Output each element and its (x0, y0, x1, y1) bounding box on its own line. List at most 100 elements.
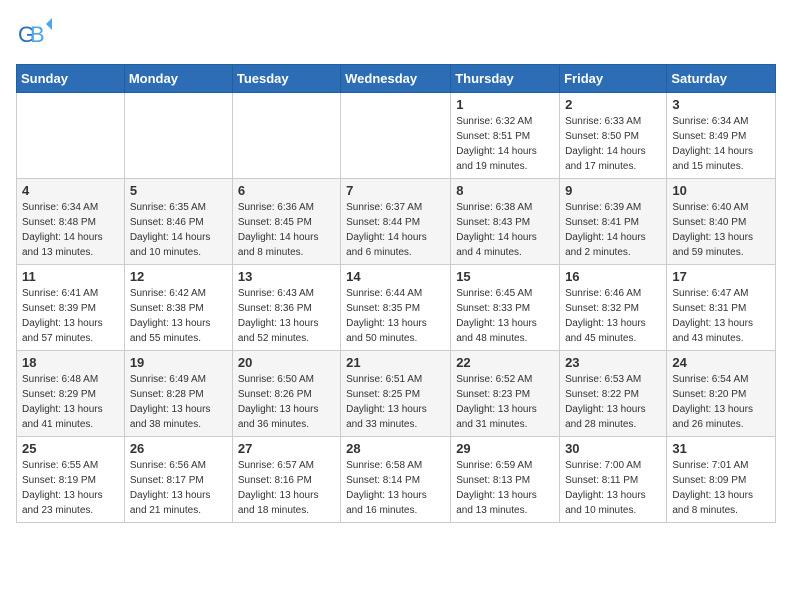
day-info: Sunrise: 6:34 AM Sunset: 8:48 PM Dayligh… (22, 200, 119, 260)
day-number: 26 (130, 441, 227, 456)
weekday-header-thursday: Thursday (451, 65, 560, 93)
calendar-week-row: 18Sunrise: 6:48 AM Sunset: 8:29 PM Dayli… (17, 351, 776, 437)
calendar-cell: 17 Sunrise: 6:47 AM Sunset: 8:31 PM Dayli… (667, 265, 776, 351)
calendar: SundayMondayTuesdayWednesdayThursdayFrid… (16, 64, 776, 523)
logo-bird-icon: G B (16, 16, 52, 52)
day-info: Sunrise: 7:00 AM Sunset: 8:11 PM Dayligh… (565, 458, 661, 518)
calendar-cell: 20Sunrise: 6:50 AM Sunset: 8:26 PM Dayli… (232, 351, 340, 437)
calendar-cell: 14Sunrise: 6:44 AM Sunset: 8:35 PM Dayli… (341, 265, 451, 351)
calendar-cell: 24Sunrise: 6:54 AM Sunset: 8:20 PM Dayli… (667, 351, 776, 437)
calendar-week-row: 11 Sunrise: 6:41 AM Sunset: 8:39 PM Dayli… (17, 265, 776, 351)
day-number: 7 (346, 183, 445, 198)
day-number: 15 (456, 269, 554, 284)
weekday-header-tuesday: Tuesday (232, 65, 340, 93)
calendar-cell: 11 Sunrise: 6:41 AM Sunset: 8:39 PM Dayli… (17, 265, 125, 351)
day-number: 11 (22, 269, 119, 284)
day-number: 28 (346, 441, 445, 456)
day-info: Sunrise: 6:32 AM Sunset: 8:51 PM Dayligh… (456, 114, 554, 174)
calendar-cell: 25 Sunrise: 6:55 AM Sunset: 8:19 PM Dayli… (17, 437, 125, 523)
day-info: Sunrise: 6:43 AM Sunset: 8:36 PM Dayligh… (238, 286, 335, 346)
day-number: 9 (565, 183, 661, 198)
calendar-cell: 8 Sunrise: 6:38 AM Sunset: 8:43 PM Daylig… (451, 179, 560, 265)
calendar-cell: 9 Sunrise: 6:39 AM Sunset: 8:41 PM Daylig… (560, 179, 667, 265)
day-info: Sunrise: 6:36 AM Sunset: 8:45 PM Dayligh… (238, 200, 335, 260)
day-number: 30 (565, 441, 661, 456)
day-info: Sunrise: 6:39 AM Sunset: 8:41 PM Dayligh… (565, 200, 661, 260)
day-number: 31 (672, 441, 770, 456)
calendar-cell (17, 93, 125, 179)
calendar-cell: 30 Sunrise: 7:00 AM Sunset: 8:11 PM Dayli… (560, 437, 667, 523)
calendar-cell (232, 93, 340, 179)
day-info: Sunrise: 6:41 AM Sunset: 8:39 PM Dayligh… (22, 286, 119, 346)
weekday-header-sunday: Sunday (17, 65, 125, 93)
day-info: Sunrise: 6:34 AM Sunset: 8:49 PM Dayligh… (672, 114, 770, 174)
calendar-cell: 26 Sunrise: 6:56 AM Sunset: 8:17 PM Dayli… (124, 437, 232, 523)
day-info: Sunrise: 6:37 AM Sunset: 8:44 PM Dayligh… (346, 200, 445, 260)
calendar-cell: 5 Sunrise: 6:35 AM Sunset: 8:46 PM Daylig… (124, 179, 232, 265)
day-number: 24 (672, 355, 770, 370)
calendar-cell: 1 Sunrise: 6:32 AM Sunset: 8:51 PM Daylig… (451, 93, 560, 179)
day-number: 12 (130, 269, 227, 284)
weekday-header-wednesday: Wednesday (341, 65, 451, 93)
day-number: 3 (672, 97, 770, 112)
calendar-cell: 23 Sunrise: 6:53 AM Sunset: 8:22 PM Dayli… (560, 351, 667, 437)
day-info: Sunrise: 6:45 AM Sunset: 8:33 PM Dayligh… (456, 286, 554, 346)
calendar-cell: 19 Sunrise: 6:49 AM Sunset: 8:28 PM Dayli… (124, 351, 232, 437)
day-number: 5 (130, 183, 227, 198)
day-info: Sunrise: 6:49 AM Sunset: 8:28 PM Dayligh… (130, 372, 227, 432)
calendar-cell: 6 Sunrise: 6:36 AM Sunset: 8:45 PM Daylig… (232, 179, 340, 265)
calendar-cell: 4 Sunrise: 6:34 AM Sunset: 8:48 PM Daylig… (17, 179, 125, 265)
day-number: 4 (22, 183, 119, 198)
logo: G B (16, 16, 56, 52)
day-info: Sunrise: 6:35 AM Sunset: 8:46 PM Dayligh… (130, 200, 227, 260)
calendar-week-row: 25 Sunrise: 6:55 AM Sunset: 8:19 PM Dayli… (17, 437, 776, 523)
day-info: Sunrise: 6:57 AM Sunset: 8:16 PM Dayligh… (238, 458, 335, 518)
day-info: Sunrise: 6:38 AM Sunset: 8:43 PM Dayligh… (456, 200, 554, 260)
day-number: 2 (565, 97, 661, 112)
day-number: 10 (672, 183, 770, 198)
day-number: 1 (456, 97, 554, 112)
calendar-cell: 15 Sunrise: 6:45 AM Sunset: 8:33 PM Dayli… (451, 265, 560, 351)
calendar-cell: 16 Sunrise: 6:46 AM Sunset: 8:32 PM Dayli… (560, 265, 667, 351)
weekday-header-friday: Friday (560, 65, 667, 93)
day-number: 13 (238, 269, 335, 284)
calendar-cell: 21Sunrise: 6:51 AM Sunset: 8:25 PM Dayli… (341, 351, 451, 437)
calendar-cell: 12 Sunrise: 6:42 AM Sunset: 8:38 PM Dayli… (124, 265, 232, 351)
day-number: 8 (456, 183, 554, 198)
calendar-cell: 13 Sunrise: 6:43 AM Sunset: 8:36 PM Dayli… (232, 265, 340, 351)
day-number: 17 (672, 269, 770, 284)
day-info: Sunrise: 6:50 AM Sunset: 8:26 PM Dayligh… (238, 372, 335, 432)
day-info: Sunrise: 6:47 AM Sunset: 8:31 PM Dayligh… (672, 286, 770, 346)
day-info: Sunrise: 7:01 AM Sunset: 8:09 PM Dayligh… (672, 458, 770, 518)
day-info: Sunrise: 6:53 AM Sunset: 8:22 PM Dayligh… (565, 372, 661, 432)
day-number: 25 (22, 441, 119, 456)
calendar-cell: 28 Sunrise: 6:58 AM Sunset: 8:14 PM Dayli… (341, 437, 451, 523)
calendar-cell: 22Sunrise: 6:52 AM Sunset: 8:23 PM Dayli… (451, 351, 560, 437)
day-info: Sunrise: 6:51 AM Sunset: 8:25 PM Dayligh… (346, 372, 445, 432)
day-number: 18 (22, 355, 119, 370)
calendar-cell: 31 Sunrise: 7:01 AM Sunset: 8:09 PM Dayli… (667, 437, 776, 523)
day-info: Sunrise: 6:55 AM Sunset: 8:19 PM Dayligh… (22, 458, 119, 518)
calendar-cell: 27 Sunrise: 6:57 AM Sunset: 8:16 PM Dayli… (232, 437, 340, 523)
day-info: Sunrise: 6:58 AM Sunset: 8:14 PM Dayligh… (346, 458, 445, 518)
calendar-cell: 7 Sunrise: 6:37 AM Sunset: 8:44 PM Daylig… (341, 179, 451, 265)
calendar-cell: 29Sunrise: 6:59 AM Sunset: 8:13 PM Dayli… (451, 437, 560, 523)
day-number: 27 (238, 441, 335, 456)
day-number: 6 (238, 183, 335, 198)
weekday-header-saturday: Saturday (667, 65, 776, 93)
day-number: 16 (565, 269, 661, 284)
day-number: 14 (346, 269, 445, 284)
weekday-header-row: SundayMondayTuesdayWednesdayThursdayFrid… (17, 65, 776, 93)
day-info: Sunrise: 6:33 AM Sunset: 8:50 PM Dayligh… (565, 114, 661, 174)
calendar-week-row: 1 Sunrise: 6:32 AM Sunset: 8:51 PM Daylig… (17, 93, 776, 179)
day-info: Sunrise: 6:42 AM Sunset: 8:38 PM Dayligh… (130, 286, 227, 346)
day-number: 19 (130, 355, 227, 370)
day-number: 23 (565, 355, 661, 370)
day-info: Sunrise: 6:56 AM Sunset: 8:17 PM Dayligh… (130, 458, 227, 518)
calendar-cell (341, 93, 451, 179)
day-info: Sunrise: 6:40 AM Sunset: 8:40 PM Dayligh… (672, 200, 770, 260)
calendar-cell: 18Sunrise: 6:48 AM Sunset: 8:29 PM Dayli… (17, 351, 125, 437)
calendar-cell: 10 Sunrise: 6:40 AM Sunset: 8:40 PM Dayli… (667, 179, 776, 265)
weekday-header-monday: Monday (124, 65, 232, 93)
day-info: Sunrise: 6:46 AM Sunset: 8:32 PM Dayligh… (565, 286, 661, 346)
